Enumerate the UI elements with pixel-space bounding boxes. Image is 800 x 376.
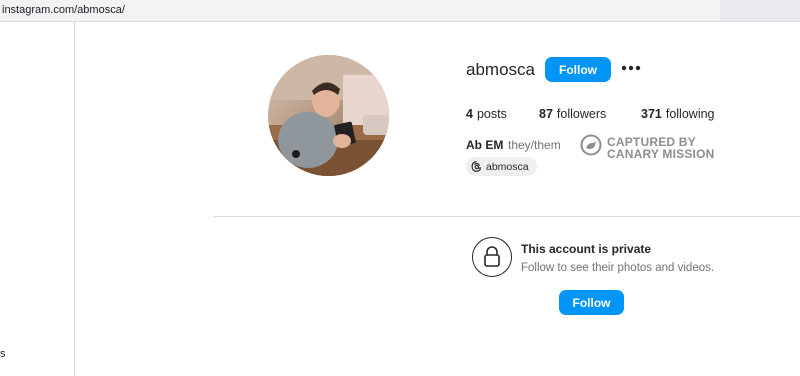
private-account-subtitle: Follow to see their photos and videos. bbox=[521, 262, 715, 274]
profile-full-name: Ab EM bbox=[466, 138, 504, 152]
posts-count: 4 bbox=[466, 107, 473, 121]
sidebar-item-label[interactable]: s bbox=[0, 348, 6, 360]
threads-handle: abmosca bbox=[486, 160, 529, 173]
profile-username: abmosca bbox=[466, 60, 535, 79]
threads-icon bbox=[471, 161, 482, 172]
canary-logo-icon bbox=[580, 134, 602, 161]
canary-line2: CANARY MISSION bbox=[607, 146, 715, 161]
follow-button-private[interactable]: Follow bbox=[559, 290, 624, 315]
followers-label: followers bbox=[556, 107, 607, 121]
canary-mission-watermark: CAPTURED BY CANARY MISSION bbox=[580, 134, 714, 161]
following-count: 371 bbox=[641, 107, 662, 121]
canary-line1: CAPTURED BY bbox=[607, 134, 696, 149]
posts-label: posts bbox=[476, 107, 507, 121]
threads-link[interactable]: abmosca bbox=[466, 157, 537, 176]
url-text[interactable]: instagram.com/abmosca/ bbox=[2, 4, 125, 16]
avatar-photo bbox=[268, 55, 389, 176]
private-account-title: This account is private bbox=[521, 242, 652, 256]
left-sidebar: s bbox=[0, 22, 75, 376]
section-divider bbox=[213, 216, 800, 217]
more-options-icon[interactable] bbox=[620, 60, 642, 78]
browser-address-bar[interactable]: instagram.com/abmosca/ bbox=[0, 0, 800, 22]
posts-stat: 4 posts bbox=[466, 107, 507, 121]
profile-avatar[interactable] bbox=[268, 55, 389, 176]
lock-icon bbox=[472, 237, 512, 277]
profile-pronouns: they/them bbox=[508, 138, 561, 152]
followers-count: 87 bbox=[539, 107, 553, 121]
followers-stat[interactable]: 87 followers bbox=[539, 107, 606, 121]
follow-button[interactable]: Follow bbox=[545, 57, 611, 82]
browser-toolbar-area bbox=[720, 0, 800, 21]
following-stat[interactable]: 371 following bbox=[641, 107, 715, 121]
following-label: following bbox=[665, 107, 715, 121]
